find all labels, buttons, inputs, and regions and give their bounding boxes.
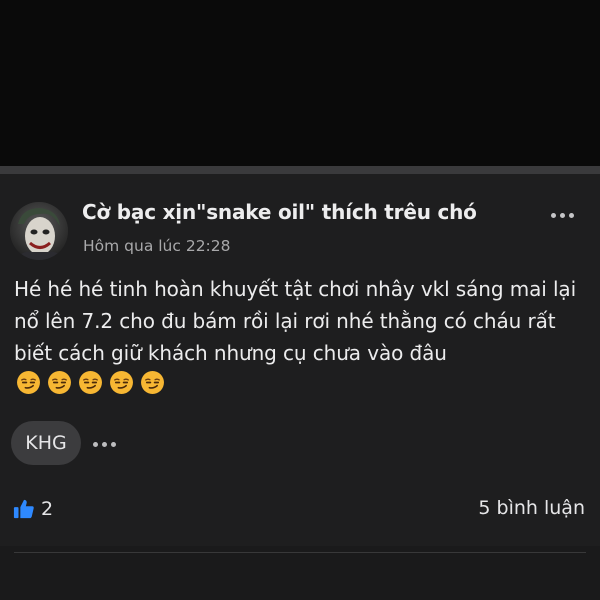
next-section-area [0,546,600,600]
smirk-emoji [109,370,134,404]
author-avatar[interactable] [10,202,68,260]
section-divider [0,166,600,174]
bottom-divider [14,552,586,553]
post-body-text: Hé hé hé tinh hoàn khuyết tật chơi nhây … [14,277,577,365]
reaction-chip[interactable]: KHG [11,421,81,465]
comments-count[interactable]: 5 bình luận [478,497,585,519]
avatar-image [10,202,68,260]
thumbs-up-icon [13,499,34,519]
post-body: Hé hé hé tinh hoàn khuyết tật chơi nhây … [14,273,590,404]
author-name[interactable]: Cờ bạc xịn"snake oil" thích trêu chó [82,200,477,224]
smirk-emoji [140,370,165,404]
like-count: 2 [41,498,54,520]
post-timestamp[interactable]: Hôm qua lúc 22:28 [83,237,231,255]
smirk-emoji [16,370,41,404]
like-summary[interactable]: 2 [13,496,53,522]
smirk-emoji [78,370,103,404]
post-card: Cờ bạc xịn"snake oil" thích trêu chó Hôm… [0,174,600,552]
top-empty-area [0,0,600,166]
reactions-more-icon[interactable] [93,441,119,447]
emoji-row [16,370,165,404]
reaction-chip-label: KHG [25,432,67,454]
smirk-emoji [47,370,72,404]
post-more-options-icon[interactable] [551,210,579,220]
